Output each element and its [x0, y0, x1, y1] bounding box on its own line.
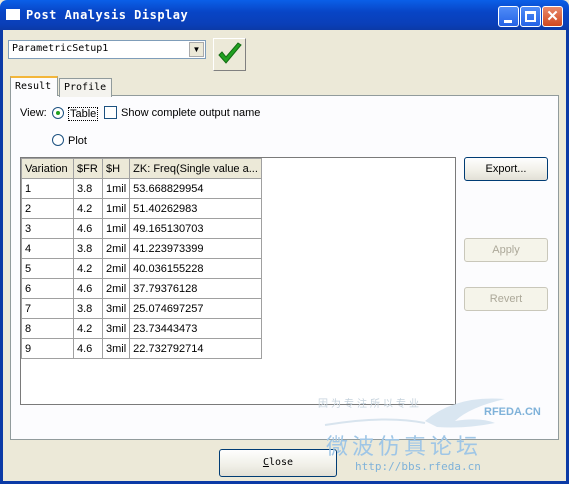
column-header-zk-freq[interactable]: ZK: Freq(Single value a...: [129, 158, 262, 179]
cell-h: 3mil: [101, 298, 131, 319]
chevron-down-icon[interactable]: ▼: [189, 42, 204, 57]
plot-radio[interactable]: [52, 134, 64, 146]
minimize-icon: [504, 20, 512, 23]
checkmark-icon: [218, 42, 242, 64]
cell-fr: 3.8: [73, 178, 103, 199]
cell-variation: 7: [21, 298, 74, 319]
cell-fr: 3.8: [73, 298, 103, 319]
cell-h: 3mil: [101, 338, 131, 359]
cell-zk-freq: 23.73443473: [129, 318, 262, 339]
table-row[interactable]: 6 4.6 2mil 37.79376128: [21, 278, 262, 299]
apply-setup-button[interactable]: [213, 38, 246, 71]
cell-fr: 4.2: [73, 198, 103, 219]
close-window-button[interactable]: ✕: [542, 6, 563, 27]
plot-radio-label[interactable]: Plot: [68, 135, 87, 147]
table-radio-label[interactable]: Table: [68, 107, 99, 121]
show-complete-name-label[interactable]: Show complete output name: [121, 107, 260, 119]
cell-variation: 3: [21, 218, 74, 239]
cell-zk-freq: 53.668829954: [129, 178, 262, 199]
results-grid: Variation $FR $H ZK: Freq(Single value a…: [21, 158, 262, 359]
cell-fr: 4.2: [73, 258, 103, 279]
apply-button[interactable]: Apply: [464, 238, 548, 262]
cell-variation: 1: [21, 178, 74, 199]
maximize-icon: [525, 11, 536, 22]
table-row[interactable]: 4 3.8 2mil 41.223973399: [21, 238, 262, 259]
minimize-button[interactable]: [498, 6, 519, 27]
cell-fr: 3.8: [73, 238, 103, 259]
cell-fr: 4.6: [73, 218, 103, 239]
show-complete-name-checkbox[interactable]: [104, 106, 117, 119]
table-row[interactable]: 2 4.2 1mil 51.40262983: [21, 198, 262, 219]
cell-variation: 4: [21, 238, 74, 259]
export-button[interactable]: Export...: [464, 157, 548, 181]
cell-zk-freq: 49.165130703: [129, 218, 262, 239]
column-header-fr[interactable]: $FR: [73, 158, 103, 179]
watermark-brand: RFEDA.CN: [484, 406, 541, 418]
cell-h: 2mil: [101, 238, 131, 259]
watermark-forum-name: 微波仿真论坛: [326, 435, 483, 460]
setup-dropdown-value: ParametricSetup1: [12, 43, 109, 54]
close-button-label: lose: [268, 457, 294, 468]
cell-fr: 4.6: [73, 278, 103, 299]
window-border-left: [0, 30, 3, 484]
table-row[interactable]: 8 4.2 3mil 23.73443473: [21, 318, 262, 339]
cell-variation: 8: [21, 318, 74, 339]
cell-zk-freq: 22.732792714: [129, 338, 262, 359]
tab-result[interactable]: Result: [10, 76, 58, 96]
cell-zk-freq: 51.40262983: [129, 198, 262, 219]
cell-zk-freq: 37.79376128: [129, 278, 262, 299]
window-icon: [6, 9, 20, 20]
cell-h: 1mil: [101, 218, 131, 239]
column-header-variation[interactable]: Variation: [21, 158, 74, 179]
watermark-tagline: 因为专注所以专业: [318, 399, 422, 410]
cell-variation: 6: [21, 278, 74, 299]
revert-button[interactable]: Revert: [464, 287, 548, 311]
window-title: Post Analysis Display: [26, 8, 189, 22]
cell-variation: 2: [21, 198, 74, 219]
view-label: View:: [20, 107, 47, 119]
table-row[interactable]: 9 4.6 3mil 22.732792714: [21, 338, 262, 359]
table-row[interactable]: 1 3.8 1mil 53.668829954: [21, 178, 262, 199]
close-icon: ✕: [546, 8, 559, 25]
cell-h: 2mil: [101, 258, 131, 279]
table-row[interactable]: 7 3.8 3mil 25.074697257: [21, 298, 262, 319]
column-header-h[interactable]: $H: [101, 158, 131, 179]
cell-h: 3mil: [101, 318, 131, 339]
cell-zk-freq: 40.036155228: [129, 258, 262, 279]
table-header-row: Variation $FR $H ZK: Freq(Single value a…: [21, 158, 262, 179]
results-table[interactable]: Variation $FR $H ZK: Freq(Single value a…: [20, 157, 456, 405]
cell-h: 1mil: [101, 178, 131, 199]
cell-h: 1mil: [101, 198, 131, 219]
close-button[interactable]: Close: [219, 449, 337, 477]
cell-fr: 4.6: [73, 338, 103, 359]
cell-variation: 9: [21, 338, 74, 359]
maximize-button[interactable]: [520, 6, 541, 27]
cell-fr: 4.2: [73, 318, 103, 339]
title-bar: Post Analysis Display ✕: [0, 0, 569, 30]
table-radio[interactable]: [52, 107, 64, 119]
cell-h: 2mil: [101, 278, 131, 299]
setup-dropdown[interactable]: ParametricSetup1 ▼: [8, 40, 206, 59]
cell-zk-freq: 41.223973399: [129, 238, 262, 259]
tab-profile[interactable]: Profile: [59, 78, 112, 97]
table-row[interactable]: 5 4.2 2mil 40.036155228: [21, 258, 262, 279]
cell-zk-freq: 25.074697257: [129, 298, 262, 319]
table-row[interactable]: 3 4.6 1mil 49.165130703: [21, 218, 262, 239]
watermark-url: http://bbs.rfeda.cn: [355, 460, 481, 473]
cell-variation: 5: [21, 258, 74, 279]
